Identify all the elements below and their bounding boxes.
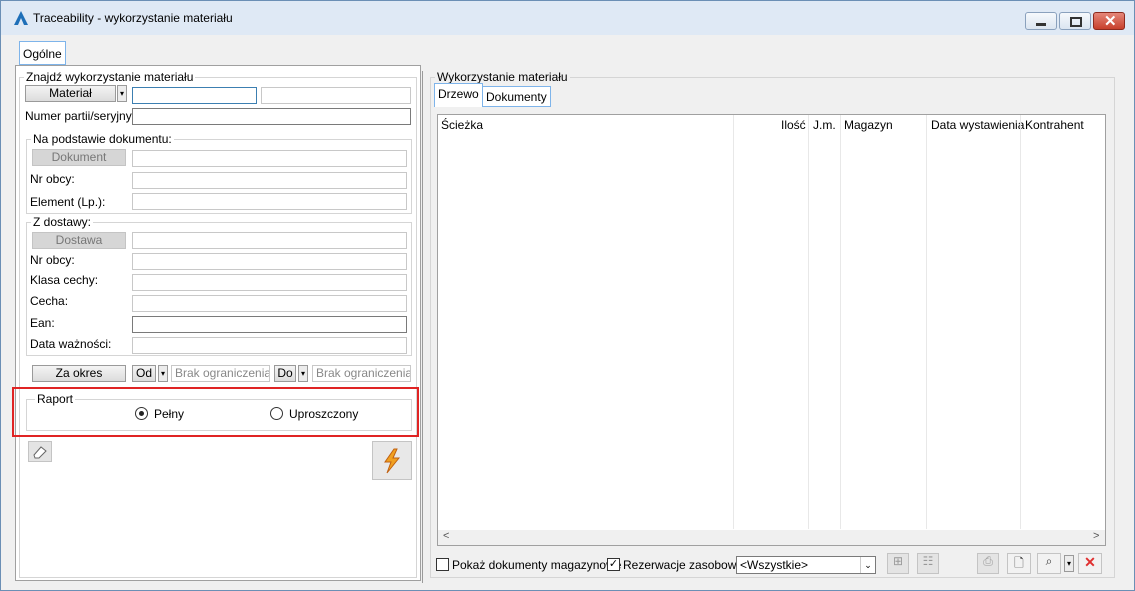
report-legend: Raport	[37, 392, 74, 406]
close-window-button[interactable]: ✕	[1093, 12, 1125, 30]
col-divider	[808, 115, 809, 529]
printer-icon: ⎙	[983, 554, 993, 568]
report-simple-label[interactable]: Uproszczony	[289, 407, 358, 421]
ean-input[interactable]	[132, 316, 407, 333]
scroll-right-icon[interactable]: >	[1093, 530, 1099, 542]
ean-label: Ean:	[30, 316, 55, 330]
col-sciezka[interactable]: Ścieżka	[441, 118, 483, 132]
from-date-input[interactable]: Brak ograniczenia	[171, 365, 270, 382]
preview-button[interactable]: ⌕	[1037, 553, 1061, 574]
delivery-nr-obcy-input[interactable]	[132, 253, 407, 270]
report-full-label[interactable]: Pełny	[154, 407, 184, 421]
to-button[interactable]: Do	[274, 365, 296, 382]
from-dropdown-arrow[interactable]: ▾	[158, 365, 168, 382]
report-full-radio[interactable]	[135, 407, 148, 420]
horizontal-scrollbar[interactable]: < >	[438, 530, 1105, 545]
tree-icon: ☷	[922, 554, 934, 568]
minimize-icon	[1036, 23, 1046, 26]
lightning-icon	[384, 448, 401, 474]
col-ilosc[interactable]: Ilość	[781, 118, 806, 132]
document-button[interactable]: Dokument	[32, 149, 126, 166]
close-icon: ✕	[1104, 13, 1117, 30]
to-dropdown-arrow[interactable]: ▾	[298, 365, 308, 382]
scroll-left-icon[interactable]: <	[443, 530, 449, 542]
reservations-label[interactable]: Rezerwacje zasobowe	[623, 558, 743, 572]
collapse-button[interactable]: ☷	[917, 553, 939, 574]
usage-legend: Wykorzystanie materiału	[437, 70, 568, 84]
magnifier-icon: ⌕	[1045, 554, 1053, 568]
doc-nr-obcy-input[interactable]	[132, 172, 407, 189]
maximize-button[interactable]	[1059, 12, 1091, 30]
tree-grid[interactable]	[437, 114, 1106, 546]
maximize-icon	[1070, 17, 1082, 27]
col-divider	[1020, 115, 1021, 529]
col-jm[interactable]: J.m.	[813, 118, 836, 132]
show-documents-checkbox[interactable]	[436, 558, 449, 571]
print-button[interactable]: ⎙	[977, 553, 999, 574]
splitter[interactable]	[422, 71, 423, 583]
traceability-window: Traceability - wykorzystanie materiału ✕…	[0, 0, 1135, 591]
expiry-date-label: Data ważności:	[30, 337, 112, 351]
expand-icon: ⊞	[892, 554, 904, 568]
klasa-cechy-input[interactable]	[132, 274, 407, 291]
reservations-checkbox[interactable]: ✓	[607, 558, 620, 571]
filter-select[interactable]: <Wszystkie> ⌄	[736, 556, 876, 574]
element-label: Element (Lp.):	[30, 195, 106, 209]
show-documents-label[interactable]: Pokaż dokumenty magazynowe	[452, 558, 621, 572]
report-simple-radio[interactable]	[270, 407, 283, 420]
col-divider	[733, 115, 734, 529]
col-divider	[926, 115, 927, 529]
open-document-button[interactable]: 🗋	[1007, 553, 1031, 574]
delivery-button[interactable]: Dostawa	[32, 232, 126, 249]
col-kontrahent[interactable]: Kontrahent	[1025, 118, 1084, 132]
from-button[interactable]: Od	[132, 365, 156, 382]
filter-select-value: <Wszystkie>	[740, 558, 809, 572]
document-input[interactable]	[132, 150, 407, 167]
to-date-input[interactable]: Brak ograniczenia	[312, 365, 411, 382]
clear-button[interactable]	[28, 441, 52, 462]
delete-button[interactable]: ✕	[1078, 553, 1102, 574]
material-button[interactable]: Materiał	[25, 85, 116, 102]
cecha-input[interactable]	[132, 295, 407, 312]
serial-input[interactable]	[132, 108, 411, 125]
doc-nr-obcy-label: Nr obcy:	[30, 172, 75, 186]
window-title: Traceability - wykorzystanie materiału	[33, 11, 233, 25]
tab-ogolne[interactable]: Ogólne	[19, 41, 66, 65]
expiry-date-input[interactable]	[132, 337, 407, 354]
col-data-wystawienia[interactable]: Data wystawienia	[931, 118, 1024, 132]
cecha-label: Cecha:	[30, 294, 69, 308]
material-name-input[interactable]	[261, 87, 411, 104]
title-bar: Traceability - wykorzystanie materiału ✕	[1, 1, 1134, 35]
element-input[interactable]	[132, 193, 407, 210]
document-legend: Na podstawie dokumentu:	[33, 132, 172, 146]
expand-button[interactable]: ⊞	[887, 553, 909, 574]
run-button[interactable]	[372, 441, 412, 480]
delivery-nr-obcy-label: Nr obcy:	[30, 253, 75, 267]
app-logo-icon	[14, 11, 28, 25]
serial-label: Numer partii/seryjny:	[25, 109, 136, 123]
delivery-legend: Z dostawy:	[33, 215, 92, 229]
delivery-input[interactable]	[132, 232, 407, 249]
eraser-icon	[33, 446, 47, 459]
period-button[interactable]: Za okres	[32, 365, 126, 382]
klasa-cechy-label: Klasa cechy:	[30, 273, 99, 287]
tab-dokumenty[interactable]: Dokumenty	[482, 86, 551, 107]
minimize-button[interactable]	[1025, 12, 1057, 30]
tab-drzewo[interactable]: Drzewo	[434, 83, 483, 107]
material-code-input[interactable]	[132, 87, 257, 104]
preview-dropdown-arrow[interactable]: ▾	[1064, 555, 1074, 572]
col-magazyn[interactable]: Magazyn	[844, 118, 893, 132]
document-icon: 🗋	[1014, 556, 1024, 570]
material-dropdown-arrow[interactable]: ▾	[117, 85, 127, 102]
col-divider	[840, 115, 841, 529]
find-usage-legend: Znajdź wykorzystanie materiału	[26, 70, 194, 84]
chevron-down-icon[interactable]: ⌄	[860, 557, 875, 573]
close-icon: ✕	[1084, 554, 1096, 570]
